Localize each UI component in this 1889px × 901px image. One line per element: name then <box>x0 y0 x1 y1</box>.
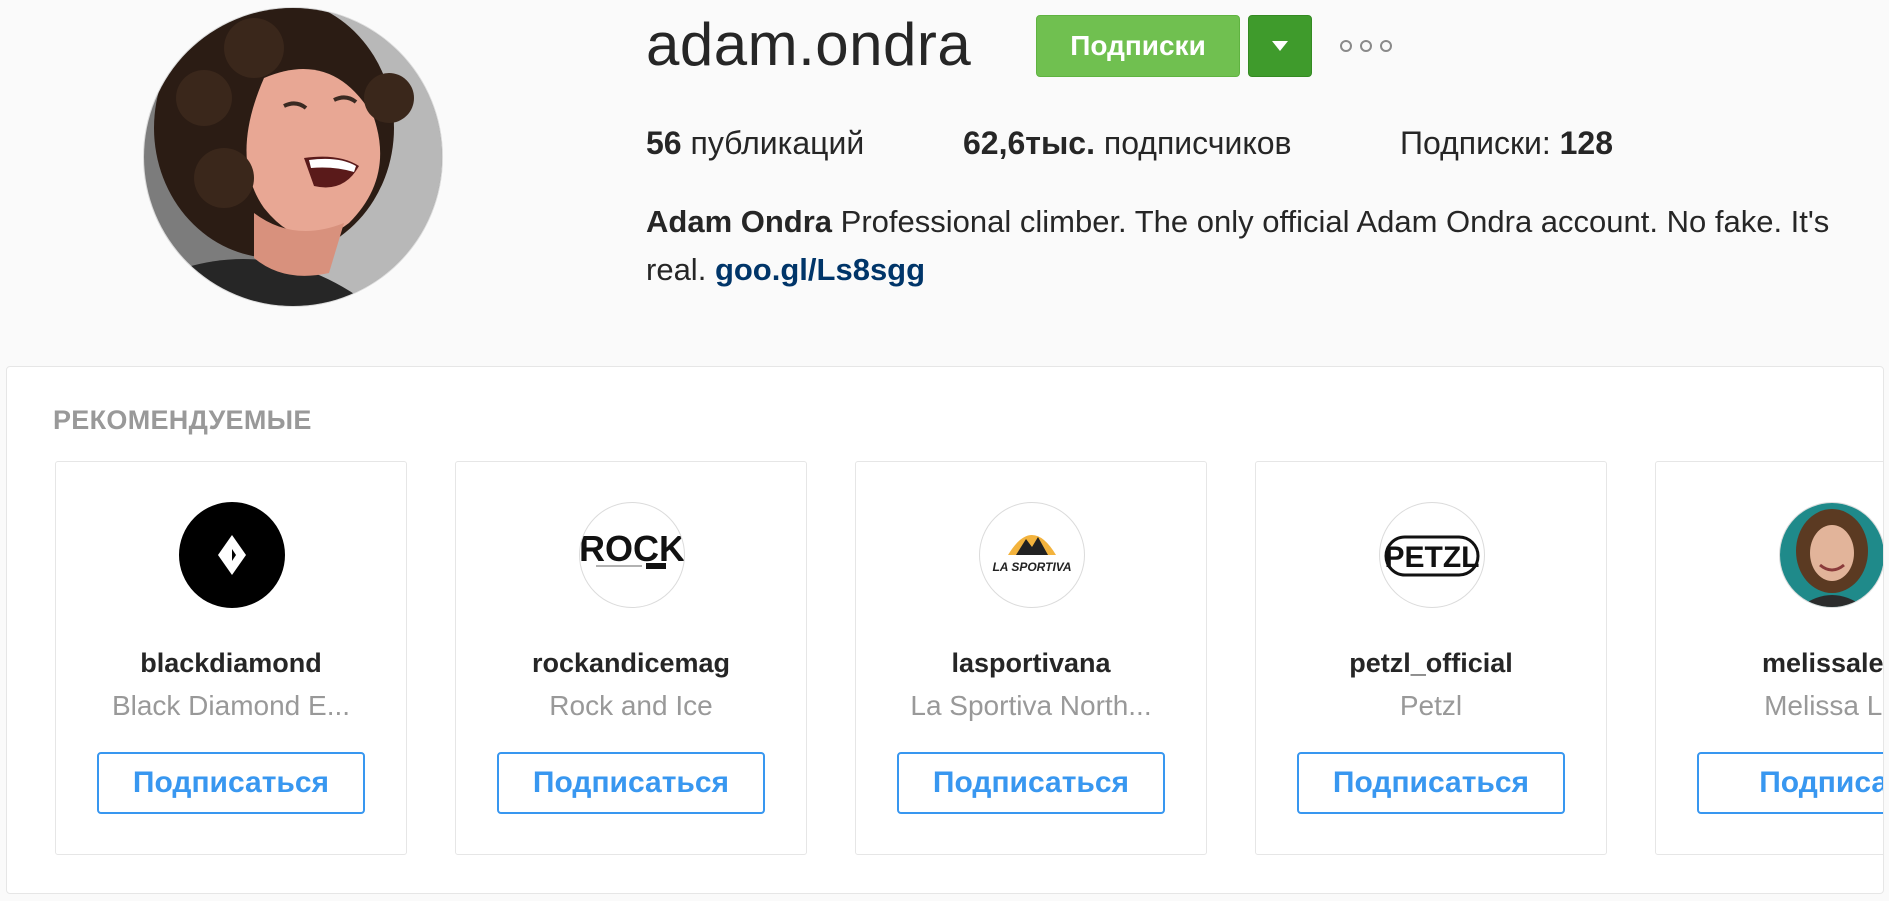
profile-username: adam.ondra <box>646 11 972 78</box>
petzl-icon: PETZL <box>1384 535 1480 577</box>
following-label: Подписки: <box>1400 125 1551 161</box>
followers-label: подписчиков <box>1103 125 1292 161</box>
suggested-fullname: Melissa Le <box>1764 690 1883 721</box>
posts-label: публикаций <box>690 125 865 161</box>
svg-text:LA SPORTIVA: LA SPORTIVA <box>992 560 1071 574</box>
profile-avatar[interactable] <box>143 7 443 307</box>
suggestions-dropdown-button[interactable] <box>1248 15 1312 77</box>
suggested-handle[interactable]: petzl_official <box>1256 648 1606 679</box>
followers-count: 62,6тыс. <box>963 125 1095 161</box>
following-count: 128 <box>1559 125 1614 161</box>
melissa-avatar <box>1780 503 1883 607</box>
la-sportiva-icon: LA SPORTIVA <box>992 535 1072 574</box>
follow-button[interactable]: Подписаться <box>497 752 765 814</box>
la-sportiva-logo-icon[interactable]: LA SPORTIVA <box>979 502 1085 608</box>
follow-button[interactable]: Подписат <box>1697 752 1883 814</box>
profile-bio: Adam Ondra Professional climber. The onl… <box>646 198 1876 294</box>
black-diamond-logo-icon[interactable] <box>179 502 285 608</box>
more-dot-icon <box>1360 40 1372 52</box>
rock-and-ice-icon: ROCK <box>580 528 684 569</box>
suggested-fullname: Rock and Ice <box>549 690 713 721</box>
rock-and-ice-logo-icon[interactable]: ROCK <box>579 502 685 608</box>
petzl-logo-icon[interactable]: PETZL <box>1379 502 1485 608</box>
suggested-accounts-panel: РЕКОМЕНДУЕМЫЕ blackdiamond Black Diamond… <box>6 366 1884 894</box>
more-dot-icon <box>1340 40 1352 52</box>
svg-text:PETZL: PETZL <box>1385 541 1480 574</box>
suggested-fullname: Black Diamond E... <box>111 690 351 721</box>
profile-page: adam.ondra Подписки 56 публикаций 62,6ты… <box>0 0 1889 901</box>
suggested-fullname: La Sportiva North... <box>910 690 1152 721</box>
black-diamond-icon <box>218 535 246 575</box>
suggested-card: PETZL petzl_official Petzl Подписаться <box>1255 461 1607 855</box>
following-stat[interactable]: Подписки: 128 <box>1400 118 1613 168</box>
melissa-avatar-icon[interactable] <box>1779 502 1883 608</box>
suggested-handle[interactable]: rockandicemag <box>456 648 806 679</box>
suggested-handle[interactable]: melissalen <box>1656 648 1883 679</box>
follow-button[interactable]: Подписаться <box>897 752 1165 814</box>
caret-down-icon <box>1272 41 1288 51</box>
suggested-title: РЕКОМЕНДУЕМЫЕ <box>53 405 312 435</box>
avatar-photo <box>144 8 442 306</box>
suggested-handle[interactable]: blackdiamond <box>56 648 406 679</box>
suggested-card: melissalen Melissa Le Подписат <box>1655 461 1883 855</box>
suggested-card: ROCK rockandicemag Rock and Ice Подписат… <box>455 461 807 855</box>
suggested-card: LA SPORTIVA lasportivana La Sportiva Nor… <box>855 461 1207 855</box>
following-button[interactable]: Подписки <box>1036 15 1240 77</box>
suggested-handle[interactable]: lasportivana <box>856 648 1206 679</box>
follow-button[interactable]: Подписаться <box>1297 752 1565 814</box>
followers-stat[interactable]: 62,6тыс. подписчиков <box>963 118 1292 168</box>
bio-link[interactable]: goo.gl/Ls8sgg <box>715 252 925 287</box>
suggested-fullname: Petzl <box>1399 690 1463 721</box>
posts-stat: 56 публикаций <box>646 118 864 168</box>
suggested-card: blackdiamond Black Diamond E... Подписат… <box>55 461 407 855</box>
more-dot-icon <box>1380 40 1392 52</box>
posts-count: 56 <box>646 125 682 161</box>
more-options-button[interactable] <box>1340 32 1392 60</box>
profile-full-name: Adam Ondra <box>646 204 833 239</box>
svg-text:ROCK: ROCK <box>580 528 684 569</box>
follow-button[interactable]: Подписаться <box>97 752 365 814</box>
